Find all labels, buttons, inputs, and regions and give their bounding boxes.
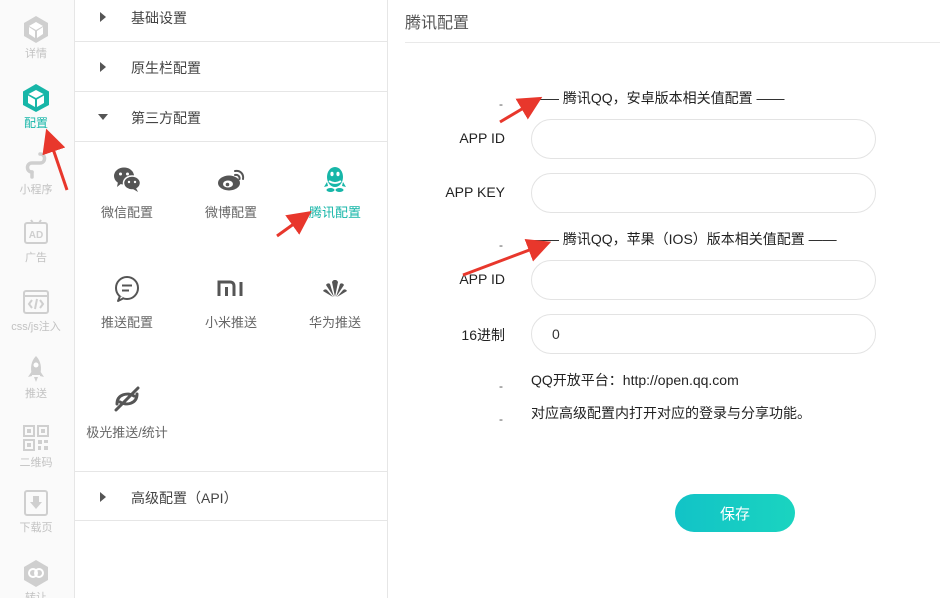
caret-down-icon (98, 114, 108, 120)
wechat-icon (114, 167, 142, 192)
tile-push-config[interactable]: 推送配置 (75, 274, 179, 331)
tile-label: 小米推送 (204, 315, 257, 330)
caret-right-icon (100, 492, 106, 502)
qr-code-icon (23, 425, 49, 451)
rail-item-push[interactable]: 推送 (0, 354, 72, 401)
hex-label: 16进制 (461, 327, 505, 343)
hex-input[interactable] (531, 314, 876, 354)
tile-label: 微博配置 (204, 205, 257, 220)
row-marker: - (499, 238, 503, 252)
android-app-key-label: APP KEY (445, 184, 505, 200)
row-marker: - (499, 97, 503, 111)
section-label: 基础设置 (131, 10, 187, 26)
svg-text:AD: AD (29, 230, 43, 241)
tile-label: 腾讯配置 (308, 205, 361, 220)
page-title: 腾讯配置 (405, 15, 470, 32)
tile-xiaomi-push[interactable]: 小米推送 (179, 274, 283, 331)
rail-label-push: 推送 (25, 388, 47, 400)
tile-label: 推送配置 (100, 315, 153, 330)
android-app-id-label: APP ID (459, 130, 505, 146)
rail-label-ad: 广告 (25, 252, 47, 264)
rail-label-convert: 转让 (25, 592, 47, 598)
rail-label-css-js: css/js注入 (11, 321, 61, 333)
huawei-icon (323, 280, 347, 297)
ad-icon: AD (24, 219, 48, 244)
android-section-heading: —— 腾讯QQ，安卓版本相关值配置 —— (531, 90, 785, 106)
hexagon-cube-icon (24, 16, 48, 43)
row-marker: - (499, 412, 503, 426)
rail-item-mini-program[interactable]: 小程序 (0, 150, 72, 197)
android-app-key-input[interactable] (531, 173, 876, 213)
rail-label-download-page: 下载页 (19, 522, 53, 534)
advanced-config-hint: 对应高级配置内打开对应的登录与分享功能。 (531, 405, 811, 421)
convert-icon (24, 560, 48, 587)
mini-program-icon (25, 152, 47, 179)
android-app-id-input[interactable] (531, 119, 876, 159)
rocket-icon (28, 356, 44, 382)
qq-icon (324, 167, 346, 192)
row-marker: - (499, 379, 503, 393)
rail-item-convert[interactable]: 转让 (0, 558, 72, 598)
rail-label-qr-code: 二维码 (19, 457, 53, 469)
rail-item-config[interactable]: 配置 (0, 83, 72, 131)
title-divider (405, 42, 940, 43)
ios-app-id-label: APP ID (459, 271, 505, 287)
settings-menu-panel: 基础设置 原生栏配置 第三方配置 微信配置 微博配置 腾讯配置 推送配置 小米推… (75, 0, 388, 598)
xiaomi-icon (217, 280, 243, 296)
cube-icon (23, 84, 49, 112)
section-advanced-config-api[interactable]: 高级配置（API） (75, 471, 388, 521)
section-third-party-config[interactable]: 第三方配置 (75, 92, 388, 142)
rail-item-detail[interactable]: 详情 (0, 14, 72, 61)
section-native-bar-config[interactable]: 原生栏配置 (75, 42, 388, 92)
save-button[interactable]: 保存 (675, 494, 795, 532)
tile-tencent-config[interactable]: 腾讯配置 (283, 164, 387, 221)
app-window: 详情 配置 小程序 AD 广告 css/js注入 推送 二维码 下载页 转让 基… (0, 0, 940, 598)
weibo-icon (218, 169, 245, 191)
tencent-config-form: 腾讯配置 - —— 腾讯QQ，安卓版本相关值配置 —— APP ID APP K… (389, 0, 940, 598)
section-label: 高级配置（API） (131, 490, 238, 506)
download-page-icon (24, 490, 48, 516)
tile-wechat-config[interactable]: 微信配置 (75, 164, 179, 221)
ios-section-heading: —— 腾讯QQ，苹果（IOS）版本相关值配置 —— (531, 231, 837, 247)
caret-right-icon (100, 62, 106, 72)
tile-label: 极光推送/统计 (86, 425, 168, 440)
section-label: 原生栏配置 (131, 60, 201, 76)
section-basic-settings[interactable]: 基础设置 (75, 0, 388, 42)
rail-item-ad[interactable]: AD 广告 (0, 218, 72, 265)
rail-item-qr-code[interactable]: 二维码 (0, 423, 72, 470)
rail-label-mini-program: 小程序 (19, 184, 53, 196)
rail-label-config: 配置 (23, 116, 48, 130)
tile-label: 华为推送 (308, 315, 361, 330)
tile-huawei-push[interactable]: 华为推送 (283, 274, 387, 331)
chat-bubble-icon (115, 276, 139, 302)
section-label: 第三方配置 (131, 110, 201, 126)
tile-jiguang-push-stats[interactable]: 极光推送/统计 (75, 384, 179, 441)
tile-label: 微信配置 (100, 205, 153, 220)
left-rail: 详情 配置 小程序 AD 广告 css/js注入 推送 二维码 下载页 转让 (0, 0, 75, 598)
rail-item-download-page[interactable]: 下载页 (0, 488, 72, 535)
ios-app-id-input[interactable] (531, 260, 876, 300)
caret-right-icon (100, 12, 106, 22)
rail-item-css-js[interactable]: css/js注入 (0, 287, 72, 334)
qq-open-platform-info: QQ开放平台：http://open.qq.com (531, 372, 739, 388)
tile-weibo-config[interactable]: 微博配置 (179, 164, 283, 221)
code-icon (23, 290, 49, 314)
jiguang-icon (114, 386, 140, 412)
rail-label-detail: 详情 (25, 48, 47, 60)
